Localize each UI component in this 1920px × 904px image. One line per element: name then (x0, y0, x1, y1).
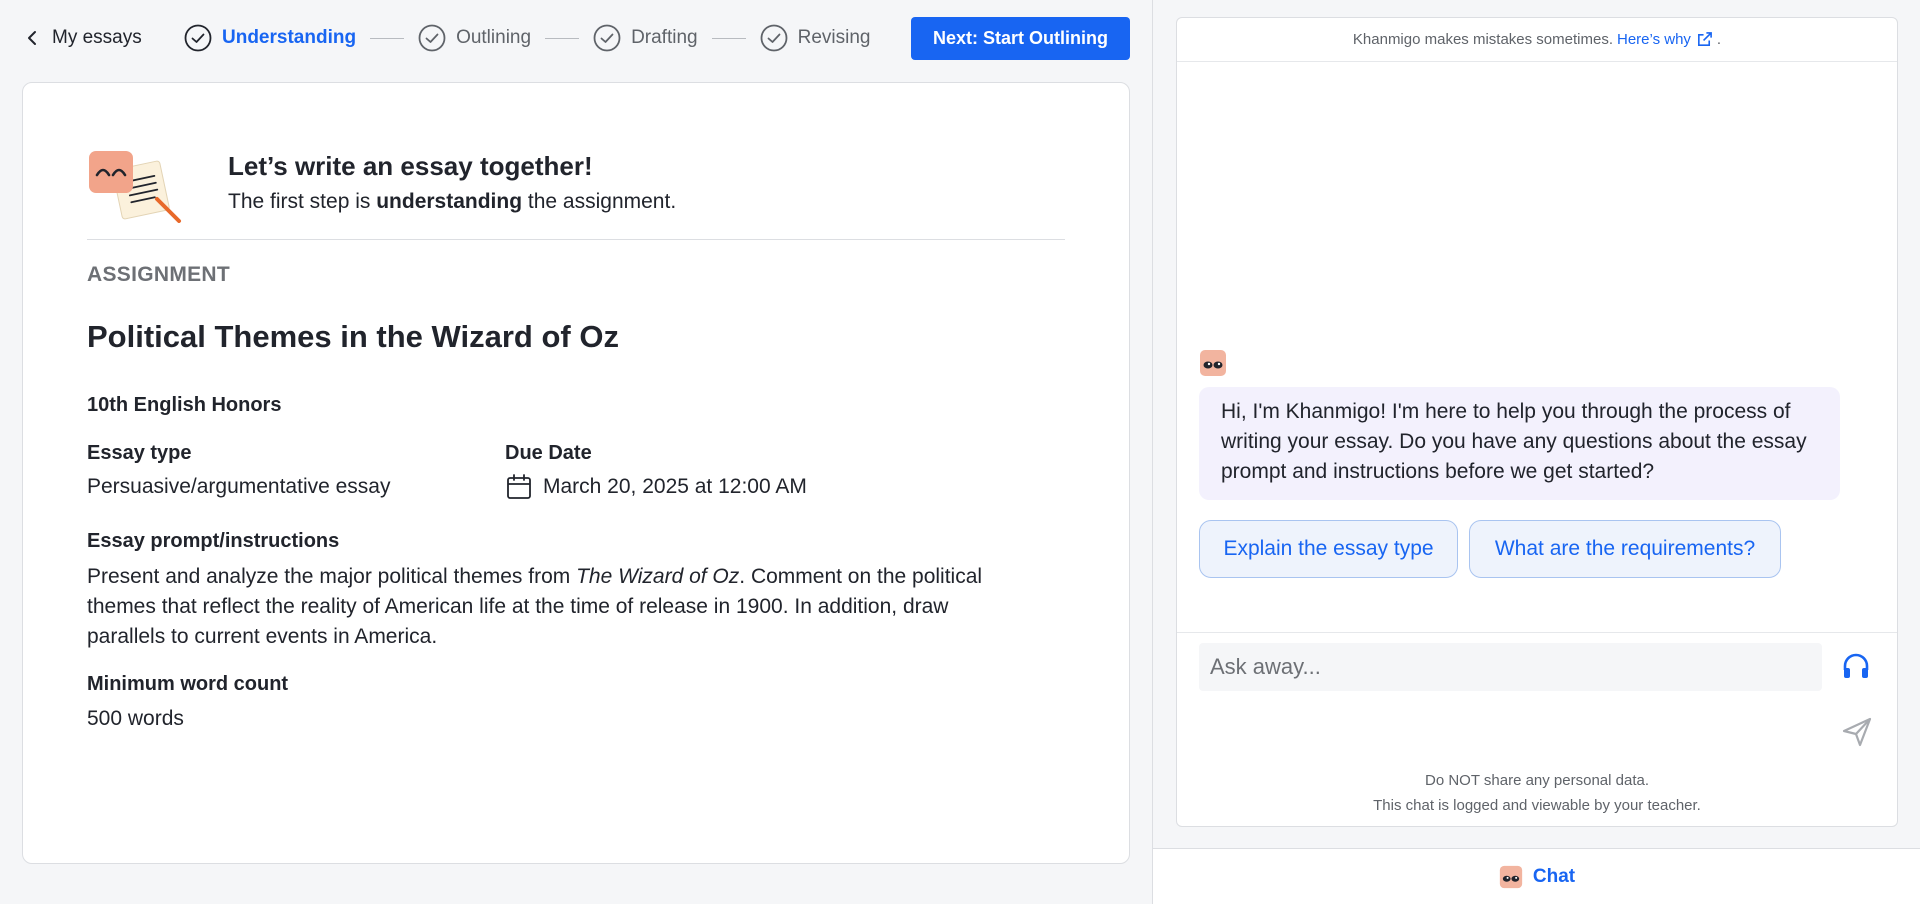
ai-disclaimer: Khanmigo makes mistakes sometimes. Here’… (1177, 18, 1897, 62)
headphones-icon[interactable] (1840, 651, 1872, 683)
check-circle-icon (760, 24, 787, 52)
essay-workspace: My essays Understanding Outlining Drafti… (0, 0, 1152, 904)
divider (1177, 632, 1897, 633)
send-icon[interactable] (1840, 715, 1874, 749)
logging-note: This chat is logged and viewable by your… (1373, 797, 1701, 814)
step-label: Understanding (222, 27, 357, 48)
step-connector (711, 37, 746, 39)
back-label: My essays (52, 27, 142, 48)
due-date-value: March 20, 2025 at 12:00 AM (543, 475, 807, 498)
intro-title: Let’s write an essay together! (228, 151, 593, 181)
word-count-value: 500 words (87, 707, 184, 730)
top-bar: My essays Understanding Outlining Drafti… (0, 0, 1152, 76)
step-label: Drafting (631, 27, 698, 48)
chat-tab-label: Chat (1532, 865, 1576, 887)
step-connector (370, 37, 405, 39)
due-date: March 20, 2025 at 12:00 AM (505, 473, 807, 501)
due-date-label: Due Date (505, 442, 592, 464)
chat-tab[interactable]: Chat (1153, 848, 1920, 904)
essay-type-value: Persuasive/argumentative essay (87, 475, 391, 498)
calendar-icon (507, 474, 531, 499)
check-circle-icon (418, 24, 446, 52)
assignment-card: Let’s write an essay together! The first… (22, 82, 1130, 864)
back-to-essays-link[interactable]: My essays (24, 24, 142, 52)
assignment-section-label: ASSIGNMENT (87, 263, 231, 286)
suggestion-explain-essay-type[interactable]: Explain the essay type (1199, 520, 1458, 578)
essay-type-label: Essay type (87, 442, 192, 464)
prompt-label: Essay prompt/instructions (87, 530, 340, 552)
heres-why-link[interactable]: Here’s why (1617, 31, 1713, 48)
step-drafting[interactable]: Drafting (593, 24, 698, 52)
step-understanding[interactable]: Understanding (184, 24, 356, 52)
step-progress: Understanding Outlining Drafting Revisin… (184, 23, 870, 53)
next-start-outlining-button[interactable]: Next: Start Outlining (911, 17, 1130, 60)
check-circle-icon (184, 24, 212, 52)
step-label: Revising (797, 27, 871, 48)
assignment-title: Political Themes in the Wizard of Oz (87, 319, 619, 354)
khanmigo-avatar-icon (1499, 865, 1523, 888)
privacy-note: Do NOT share any personal data. (1424, 772, 1649, 789)
chevron-left-icon (28, 31, 36, 45)
step-connector (545, 37, 580, 39)
step-outlining[interactable]: Outlining (418, 24, 531, 52)
intro-banner: Let’s write an essay together! The first… (87, 149, 1088, 223)
check-circle-icon (593, 24, 621, 52)
khanmigo-chat-sidebar: Khanmigo makes mistakes sometimes. Here’… (1152, 0, 1920, 904)
disclaimer-text: Khanmigo makes mistakes sometimes. (1352, 31, 1613, 48)
prompt-text: Present and analyze the major political … (87, 565, 983, 648)
chat-input[interactable] (1199, 643, 1822, 691)
external-link-icon (1697, 32, 1712, 46)
chat-panel: Khanmigo makes mistakes sometimes. Here’… (1176, 17, 1898, 827)
intro-subtitle: The first step is understanding the assi… (228, 190, 677, 213)
word-count-label: Minimum word count (87, 673, 289, 695)
khanmigo-avatar-icon (1200, 350, 1226, 376)
divider (87, 239, 1065, 240)
step-revising[interactable]: Revising (760, 24, 871, 52)
bot-message: Hi, I'm Khanmigo! I'm here to help you t… (1199, 387, 1840, 500)
khanmigo-essay-illustration (89, 151, 181, 223)
suggestion-requirements[interactable]: What are the requirements? (1469, 520, 1781, 578)
step-label: Outlining (456, 27, 532, 48)
course-name: 10th English Honors (87, 394, 282, 416)
